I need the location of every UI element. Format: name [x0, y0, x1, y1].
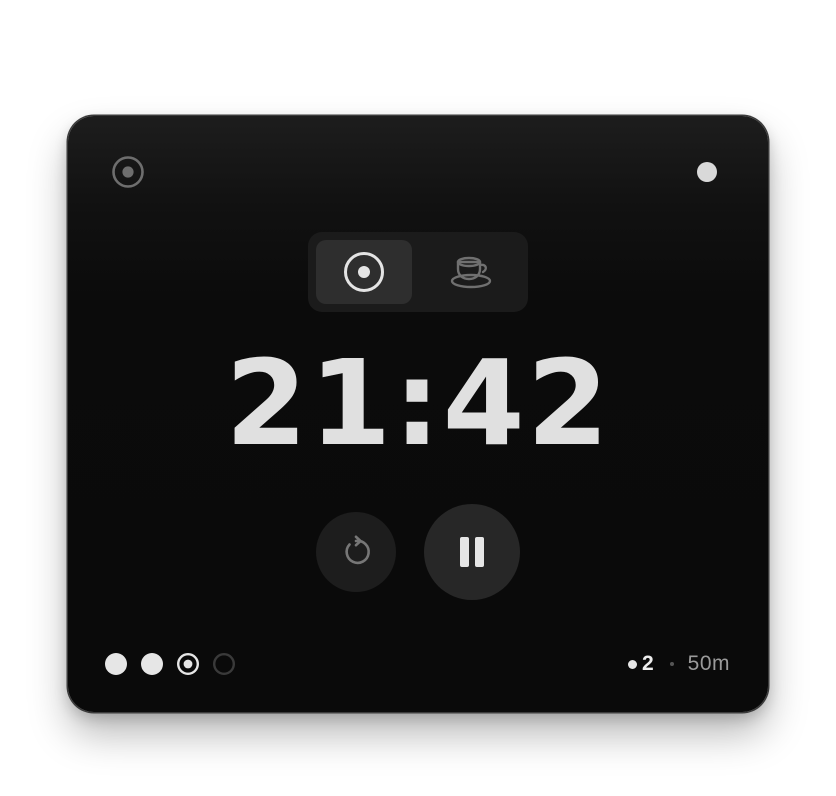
- session-dot-current: [176, 652, 200, 676]
- session-progress: [104, 652, 236, 676]
- completed-session-count: 2: [641, 652, 654, 675]
- focus-target-icon: [112, 156, 144, 188]
- session-dot-pending: [212, 652, 236, 676]
- status-indicator[interactable]: [697, 162, 717, 182]
- break-mode-button[interactable]: [424, 240, 520, 304]
- timer-window: 21:42 2 50m: [68, 116, 768, 712]
- status-dot-icon: [697, 162, 717, 182]
- session-stats: 2 50m: [627, 651, 730, 677]
- pause-button[interactable]: [424, 504, 520, 600]
- session-dot-completed: [105, 653, 127, 675]
- mode-switch: [308, 232, 528, 312]
- completed-dot-icon: [627, 659, 637, 669]
- separator-dot: [669, 662, 674, 666]
- timer-display: 21:42: [225, 334, 611, 472]
- focus-mode-button[interactable]: [316, 240, 412, 304]
- reset-button[interactable]: [316, 512, 396, 592]
- session-dot-completed: [141, 653, 163, 675]
- focus-target-icon: [344, 252, 384, 292]
- coffee-cup-icon: [450, 256, 492, 289]
- total-focus-duration: 50m: [687, 652, 730, 675]
- focus-mode-indicator[interactable]: [111, 155, 145, 189]
- reset-icon: [345, 535, 370, 565]
- pause-icon: [460, 537, 484, 567]
